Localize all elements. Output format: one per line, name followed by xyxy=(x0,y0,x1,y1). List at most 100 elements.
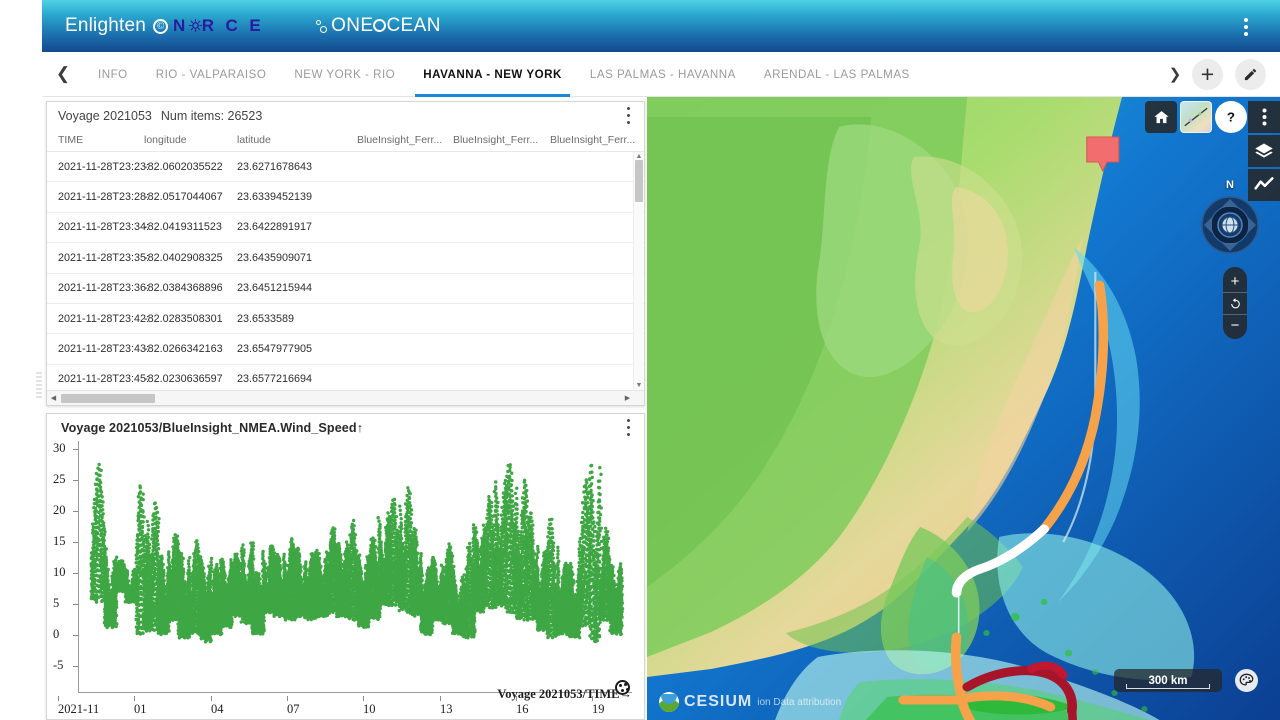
column-header-blueinsight-2[interactable]: BlueInsight_Ferr... xyxy=(453,134,550,146)
cell-time: 2021-11-28T23:36: xyxy=(58,282,144,294)
map-zoom-controls[interactable]: + − xyxy=(1223,267,1247,339)
cell-time: 2021-11-28T23:28: xyxy=(58,191,144,203)
scroll-right-arrow-icon[interactable]: ▶ xyxy=(621,391,634,406)
oneocean-logo: ONECEAN xyxy=(316,15,441,37)
y-tick-minus5: -5 xyxy=(51,658,78,673)
table-row[interactable]: 2021-11-28T23:34: -82.0419311523 23.6422… xyxy=(47,213,644,243)
horizontal-scroll-thumb[interactable] xyxy=(61,394,155,403)
x-tick-1: 01 xyxy=(134,702,147,717)
tab-havanna-new-york[interactable]: HAVANNA - NEW YORK xyxy=(409,52,576,97)
norce-logo-text: NR C E xyxy=(173,16,264,36)
chart-kebab-menu-icon[interactable] xyxy=(621,419,635,436)
y-tick-10: 10 xyxy=(51,565,78,580)
cell-time: 2021-11-28T23:23: xyxy=(58,161,144,173)
map-color-palette-button[interactable] xyxy=(1235,669,1258,692)
cesium-map-view[interactable]: ? N xyxy=(647,97,1280,720)
tab-label: LAS PALMAS - HAVANNA xyxy=(590,68,736,81)
map-zoom-in-button[interactable]: + xyxy=(1223,270,1247,292)
map-layers-button[interactable] xyxy=(1248,135,1280,167)
map-canvas xyxy=(647,97,1280,720)
tabs-scroll-right-icon[interactable]: ❯ xyxy=(1158,65,1192,84)
map-home-button[interactable] xyxy=(1145,101,1177,133)
main-content-area: Voyage 2021053Num items: 26523 TIME long… xyxy=(42,97,1280,720)
column-header-latitude[interactable]: latitude xyxy=(237,134,357,146)
map-zoom-out-button[interactable]: − xyxy=(1223,314,1247,336)
tab-rio-valparaiso[interactable]: RIO - VALPARAISO xyxy=(142,52,281,97)
scroll-left-arrow-icon[interactable]: ◀ xyxy=(47,391,60,406)
cell-latitude: 23.6435909071 xyxy=(237,252,357,264)
cell-time: 2021-11-28T23:43: xyxy=(58,343,144,355)
cell-longitude: -82.0230636597 xyxy=(144,373,237,385)
tab-label: NEW YORK - RIO xyxy=(294,68,395,81)
tab-new-york-rio[interactable]: NEW YORK - RIO xyxy=(280,52,409,97)
data-table-kebab-menu-icon[interactable] xyxy=(621,107,635,124)
pencil-icon xyxy=(1243,67,1258,82)
scroll-down-arrow-icon[interactable]: ▼ xyxy=(634,381,644,390)
tab-arendal-las-palmas[interactable]: ARENDAL - LAS PALMAS xyxy=(750,52,924,97)
cell-time: 2021-11-28T23:42: xyxy=(58,313,144,325)
x-tick-5: 13 xyxy=(440,702,453,717)
cell-latitude: 23.6577216694 xyxy=(237,373,357,385)
table-vertical-scrollbar[interactable]: ▲ ▼ xyxy=(633,152,643,390)
column-header-time[interactable]: TIME xyxy=(58,134,144,146)
tab-info[interactable]: INFO xyxy=(84,52,142,97)
column-header-longitude[interactable]: longitude xyxy=(144,134,237,146)
map-more-menu-button[interactable] xyxy=(1248,101,1280,133)
x-tick-7: 19 xyxy=(592,702,605,717)
oneocean-ring-icon xyxy=(373,19,386,32)
table-row[interactable]: 2021-11-28T23:36: -82.0384368896 23.6451… xyxy=(47,274,644,304)
color-palette-icon[interactable] xyxy=(615,680,630,695)
table-row[interactable]: 2021-11-28T23:42: -82.0283508301 23.6533… xyxy=(47,304,644,334)
compass-north-label: N xyxy=(1200,179,1260,191)
data-table-panel: Voyage 2021053Num items: 26523 TIME long… xyxy=(46,101,645,406)
norce-letter-n: N xyxy=(173,16,189,35)
norce-gear-icon xyxy=(189,19,202,32)
kebab-menu-icon xyxy=(1262,108,1267,126)
oneocean-text-post: CEAN xyxy=(386,15,440,36)
compass-navigation-icon xyxy=(1200,195,1260,255)
y-tick-5: 5 xyxy=(51,596,78,611)
oneocean-logo-text: ONECEAN xyxy=(331,15,441,37)
tab-list: INFO RIO - VALPARAISO NEW YORK - RIO HAV… xyxy=(84,52,1158,97)
map-compass-control[interactable]: N xyxy=(1200,195,1260,255)
tab-las-palmas-havanna[interactable]: LAS PALMAS - HAVANNA xyxy=(576,52,750,97)
home-icon xyxy=(1153,109,1170,126)
norce-logo: © NR C E xyxy=(153,16,264,36)
vertical-scroll-thumb[interactable] xyxy=(635,160,643,202)
map-scale-bar: 300 km xyxy=(1114,669,1222,692)
cell-time: 2021-11-28T23:45: xyxy=(58,373,144,385)
cesium-logo-icon xyxy=(659,692,679,712)
layers-icon xyxy=(1254,141,1274,161)
column-header-blueinsight-1[interactable]: BlueInsight_Ferr... xyxy=(357,134,453,146)
map-help-button[interactable]: ? xyxy=(1215,101,1247,133)
tabs-scroll-left-icon[interactable]: ❮ xyxy=(42,52,84,97)
cell-longitude: -82.0402908325 xyxy=(144,252,237,264)
table-row[interactable]: 2021-11-28T23:45: -82.0230636597 23.6577… xyxy=(47,365,644,390)
table-row[interactable]: 2021-11-28T23:28: -82.0517044067 23.6339… xyxy=(47,182,644,212)
x-tick-2: 04 xyxy=(211,702,224,717)
chart-title: Voyage 2021053/BlueInsight_NMEA.Wind_Spe… xyxy=(47,414,644,435)
left-gutter xyxy=(0,0,42,720)
y-tick-30: 30 xyxy=(51,441,78,456)
num-items-label: Num items: 26523 xyxy=(161,109,262,123)
flat-map-toggle-icon xyxy=(1184,107,1208,127)
map-flat-view-toggle[interactable] xyxy=(1180,101,1212,133)
cell-time: 2021-11-28T23:34: xyxy=(58,221,144,233)
norce-letters-rce: R C E xyxy=(202,16,264,35)
cesium-attribution[interactable]: CESIUM ion Data attribution xyxy=(659,692,841,712)
table-row[interactable]: 2021-11-28T23:43: -82.0266342163 23.6547… xyxy=(47,334,644,364)
y-tick-15: 15 xyxy=(51,534,78,549)
map-reset-view-button[interactable] xyxy=(1223,292,1247,314)
x-tick-3: 07 xyxy=(287,702,300,717)
column-header-blueinsight-3[interactable]: BlueInsight_Ferr... xyxy=(550,134,644,146)
add-voyage-button[interactable]: + xyxy=(1192,59,1223,90)
chart-plot-area: 30 25 20 15 10 5 0 -5 Voyage xyxy=(51,439,638,719)
table-row[interactable]: 2021-11-28T23:35: -82.0402908325 23.6435… xyxy=(47,243,644,273)
edit-voyage-button[interactable] xyxy=(1235,59,1266,90)
table-row[interactable]: 2021-11-28T23:23: -82.0602035522 23.6271… xyxy=(47,152,644,182)
table-horizontal-scrollbar[interactable]: ◀ ▶ xyxy=(47,390,644,405)
data-table-column-headers: TIME longitude latitude BlueInsight_Ferr… xyxy=(47,129,644,151)
voyage-tab-bar: ❮ INFO RIO - VALPARAISO NEW YORK - RIO H… xyxy=(42,52,1280,97)
y-tick-20: 20 xyxy=(51,503,78,518)
header-kebab-menu-icon[interactable] xyxy=(1236,16,1256,38)
